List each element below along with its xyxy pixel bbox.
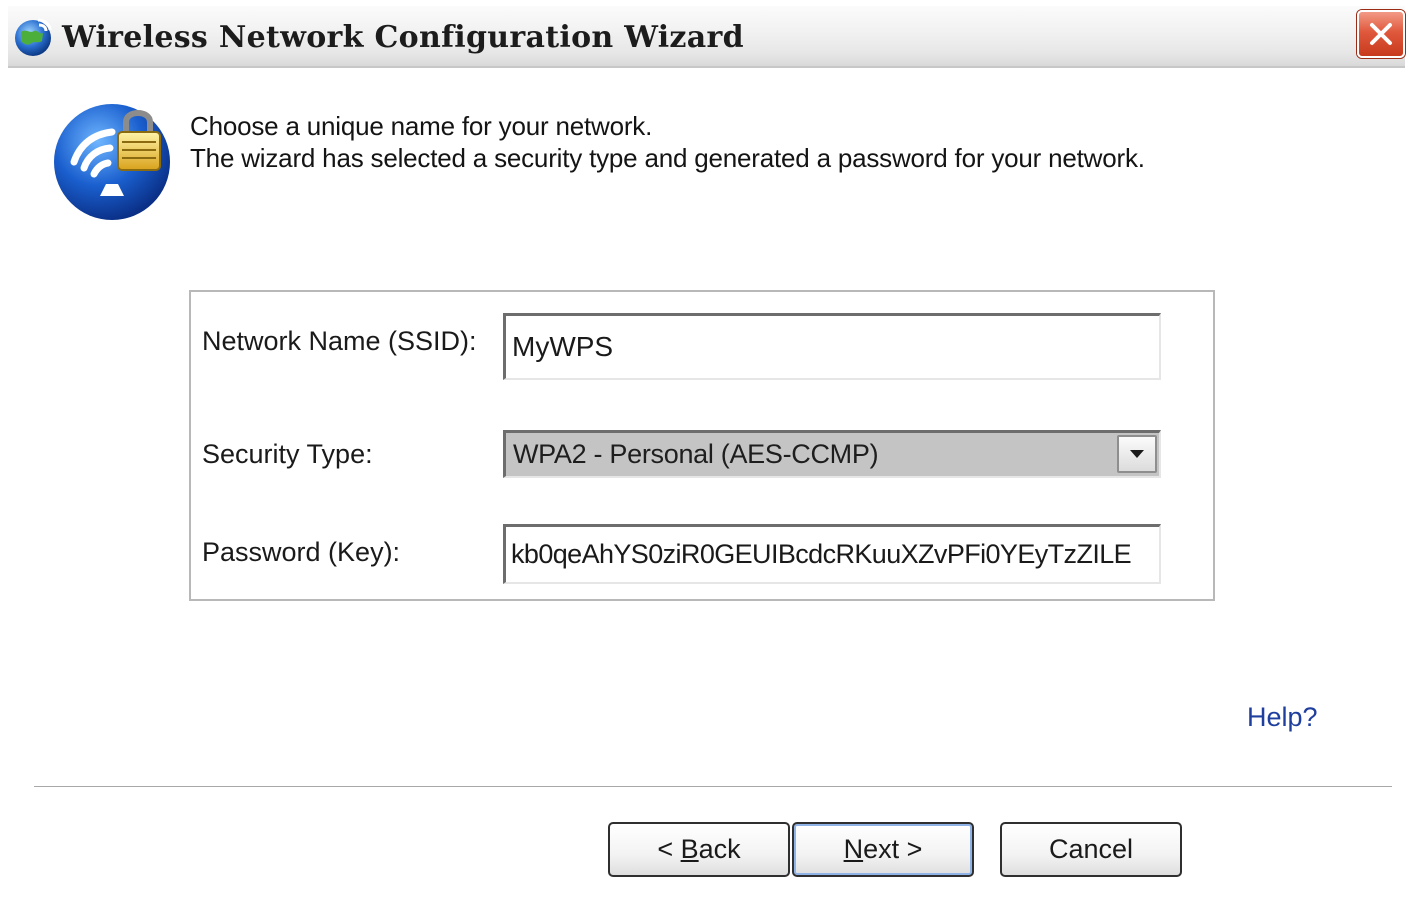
password-input[interactable] xyxy=(503,524,1161,584)
globe-network-icon xyxy=(12,16,54,58)
separator xyxy=(34,786,1392,788)
security-type-value: WPA2 - Personal (AES-CCMP) xyxy=(513,439,879,469)
back-button-rest: ack xyxy=(698,834,741,864)
header-description: The wizard has selected a security type … xyxy=(190,143,1145,173)
dropdown-button[interactable] xyxy=(1117,435,1157,473)
back-button[interactable]: < Back xyxy=(608,822,790,877)
window-title: Wireless Network Configuration Wizard xyxy=(62,20,744,55)
wizard-window: Wireless Network Configuration Wizard Ch… xyxy=(0,0,1413,905)
security-type-label: Security Type: xyxy=(202,439,373,469)
back-button-accel: B xyxy=(680,834,699,864)
header-instruction: Choose a unique name for your network. xyxy=(190,111,653,141)
ssid-label: Network Name (SSID): xyxy=(202,326,477,356)
cancel-button[interactable]: Cancel xyxy=(1000,822,1182,877)
title-bar[interactable]: Wireless Network Configuration Wizard xyxy=(8,6,1405,68)
wireless-security-lock-icon xyxy=(50,100,174,224)
close-button[interactable] xyxy=(1357,10,1405,58)
security-type-select[interactable]: WPA2 - Personal (AES-CCMP) xyxy=(503,430,1161,478)
next-button-rest: ext > xyxy=(863,834,923,864)
help-link[interactable]: Help? xyxy=(1247,702,1318,733)
password-label: Password (Key): xyxy=(202,537,401,567)
next-button-accel: N xyxy=(843,834,864,864)
ssid-input[interactable] xyxy=(503,313,1161,380)
next-button[interactable]: Next > xyxy=(792,822,974,877)
back-button-prefix: < xyxy=(657,834,681,864)
